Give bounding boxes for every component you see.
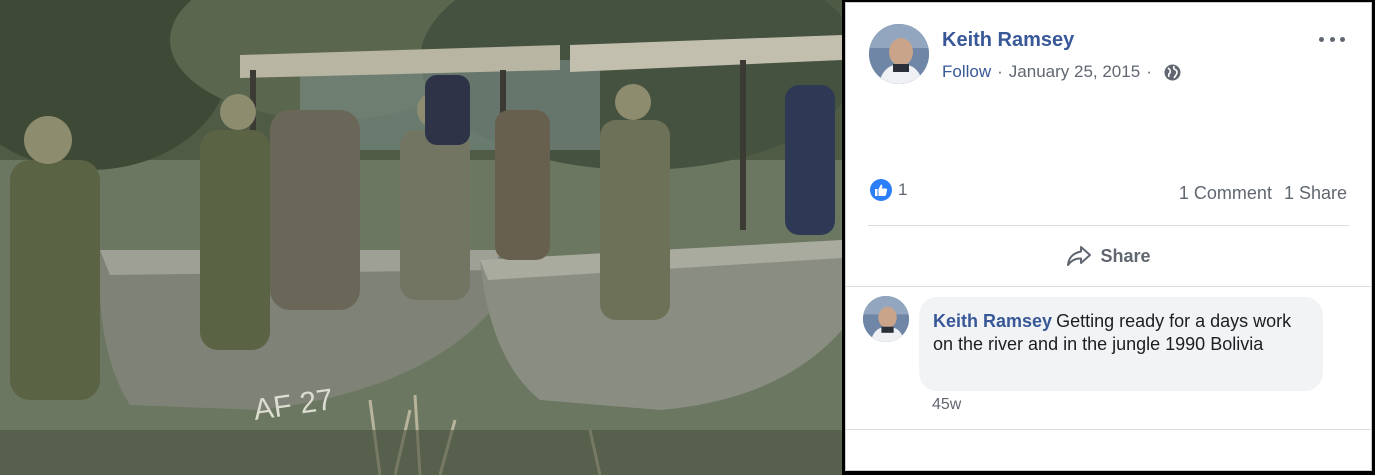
like-icon (870, 179, 892, 201)
more-options-icon[interactable] (1319, 29, 1345, 49)
post-card: Keith Ramsey Follow · January 25, 2015 ·… (845, 2, 1372, 471)
comment-author[interactable]: Keith Ramsey (933, 311, 1052, 331)
like-count: 1 (898, 180, 908, 199)
author-avatar[interactable] (869, 24, 929, 84)
author-name[interactable]: Keith Ramsey (942, 29, 1074, 52)
post-meta: Follow · January 25, 2015 · (942, 62, 1181, 82)
comment-avatar[interactable] (863, 296, 909, 342)
comment-bubble: Keith Ramsey Getting ready for a days wor… (919, 297, 1323, 391)
divider (868, 225, 1349, 226)
globe-icon (1164, 64, 1181, 81)
engagement-counts: 1 Comment 1 Share (1179, 183, 1347, 204)
avatar-image (863, 296, 909, 342)
share-label: Share (1100, 245, 1151, 266)
comment-timestamp[interactable]: 45w (932, 396, 961, 414)
meta-separator: · (997, 62, 1003, 81)
post-date[interactable]: January 25, 2015 (1009, 62, 1140, 82)
share-count-link[interactable]: 1 Share (1284, 183, 1347, 204)
post-photo[interactable]: AF 27 (0, 0, 842, 475)
divider (846, 429, 1371, 430)
meta-separator: · (1146, 62, 1152, 81)
divider (846, 286, 1371, 287)
follow-link[interactable]: Follow (942, 62, 991, 82)
share-button[interactable]: Share (846, 239, 1371, 273)
photo-river-boats: AF 27 (0, 0, 842, 475)
avatar-image (869, 24, 929, 84)
share-arrow-icon (1066, 245, 1092, 267)
comment-count-link[interactable]: 1 Comment (1179, 183, 1272, 204)
reaction-summary[interactable]: 1 (870, 179, 907, 201)
